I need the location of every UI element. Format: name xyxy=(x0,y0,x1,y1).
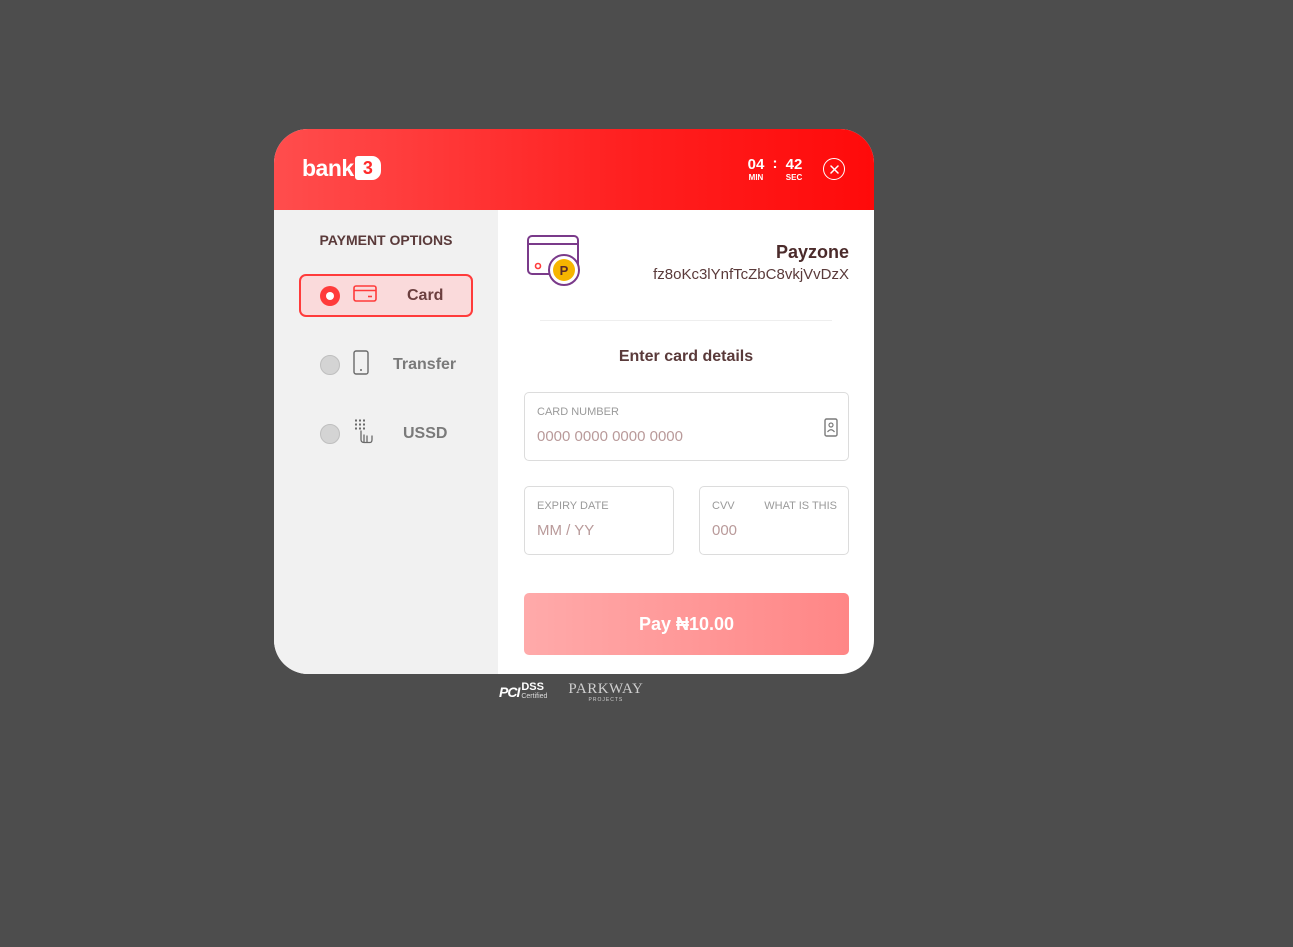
divider xyxy=(540,320,832,321)
parkway-logo: PARKWAY PROJECTS xyxy=(568,681,643,703)
card-number-input[interactable] xyxy=(537,428,777,445)
ussd-radio[interactable] xyxy=(320,423,340,444)
card-number-label: CARD NUMBER xyxy=(537,406,619,418)
form-title: Enter card details xyxy=(618,348,754,365)
expiry-date-field: EXPIRY DATE xyxy=(524,486,674,555)
option-transfer[interactable]: Transfer xyxy=(299,343,473,386)
payment-options-sidebar: PAYMENT OPTIONS Card Transfer USSD xyxy=(274,210,498,674)
parkway-tagline: PROJECTS xyxy=(588,697,624,703)
pci-dss-badge: PCI DSS Certified xyxy=(499,681,548,701)
option-card[interactable]: Card xyxy=(299,274,473,317)
timer-separator: : xyxy=(772,155,778,172)
pci-dss-text: DSS xyxy=(521,681,544,693)
merchant-reference: fz8oKc3lYnfTcZbC8vkjVvDzX xyxy=(653,266,849,283)
payment-modal: bank 3 04 MIN : 42 SEC PAYMENT OPTIONS C… xyxy=(274,129,874,674)
merchant-name: Payzone xyxy=(775,242,849,262)
cvv-label: CVV xyxy=(712,500,735,512)
pci-certified-text: Certified xyxy=(521,693,548,700)
countdown-timer: 04 MIN : 42 SEC xyxy=(744,155,806,183)
credit-card-icon xyxy=(353,284,377,307)
modal-header: bank 3 04 MIN : 42 SEC xyxy=(274,129,874,210)
option-ussd-label: USSD xyxy=(403,424,448,442)
card-payment-panel: P Payzone fz8oKc3lYnfTcZbC8vkjVvDzX Ente… xyxy=(498,210,874,674)
payment-options-title: PAYMENT OPTIONS xyxy=(319,232,453,248)
svg-text:P: P xyxy=(560,263,569,278)
pci-mark: PCI xyxy=(499,684,520,700)
security-badges: PCI DSS Certified PARKWAY PROJECTS xyxy=(499,681,643,703)
cvv-input[interactable] xyxy=(712,522,832,539)
option-transfer-label: Transfer xyxy=(393,355,457,373)
payzone-logo-icon: P xyxy=(526,233,582,292)
transfer-radio[interactable] xyxy=(320,354,340,375)
pay-button[interactable]: Pay ₦10.00 xyxy=(524,593,849,655)
card-number-field: CARD NUMBER xyxy=(524,392,849,461)
mobile-phone-icon xyxy=(353,349,369,380)
close-button[interactable] xyxy=(823,158,845,180)
timer-minutes: 04 xyxy=(747,156,765,173)
brand-mark: 3 xyxy=(354,156,381,180)
card-radio[interactable] xyxy=(320,285,340,306)
option-ussd[interactable]: USSD xyxy=(299,412,473,455)
timer-minutes-label: MIN xyxy=(748,173,764,182)
brand-name: bank xyxy=(302,154,354,181)
cvv-field: CVV WHAT IS THIS xyxy=(699,486,849,555)
expiry-date-input[interactable] xyxy=(537,522,657,539)
option-card-label: Card xyxy=(407,286,444,304)
parkway-name: PARKWAY xyxy=(568,681,644,697)
close-icon xyxy=(829,164,839,174)
expiry-date-label: EXPIRY DATE xyxy=(537,500,609,512)
brand-logo: bank 3 xyxy=(302,153,381,183)
keypad-tap-icon xyxy=(353,418,377,449)
cvv-help-link[interactable]: WHAT IS THIS xyxy=(764,500,837,512)
timer-seconds-label: SEC xyxy=(785,173,803,182)
timer-seconds: 42 xyxy=(785,156,803,173)
card-scan-icon xyxy=(824,418,838,442)
